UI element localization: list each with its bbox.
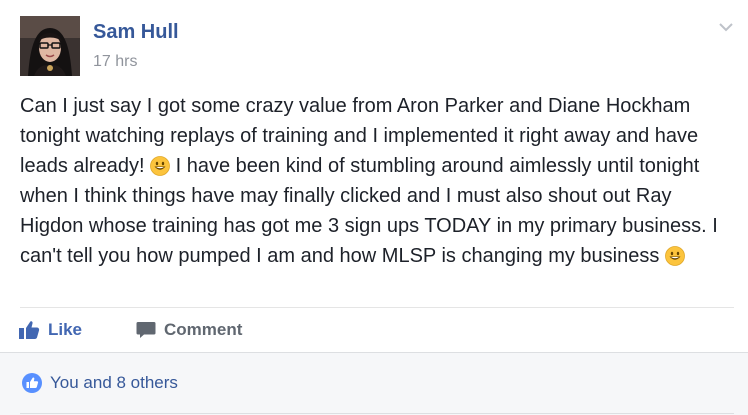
chevron-down-icon[interactable] [718, 20, 734, 32]
like-button[interactable]: Like [18, 315, 82, 345]
comment-button[interactable]: Comment [136, 315, 242, 345]
smiley-emoji-icon [150, 155, 170, 176]
like-reaction-icon [22, 373, 42, 393]
like-label: Like [48, 320, 83, 339]
smiley-emoji-icon [665, 245, 685, 266]
avatar[interactable] [20, 16, 80, 76]
avatar-photo [20, 16, 80, 76]
post-card: Sam Hull 17 hrs Can I just say I got som… [0, 0, 748, 415]
author-name[interactable]: Sam Hull [93, 21, 179, 44]
comment-bubble-icon [136, 322, 156, 338]
timestamp[interactable]: 17 hrs [93, 53, 137, 71]
post-message: Can I just say I got some crazy value fr… [20, 91, 740, 271]
reactions-bar: You and 8 others [0, 352, 748, 415]
reaction-summary-text: You and 8 others [50, 373, 178, 392]
comment-label: Comment [164, 320, 243, 339]
reaction-summary[interactable]: You and 8 others [22, 373, 178, 393]
thumbs-up-icon [19, 321, 40, 339]
divider [20, 307, 734, 308]
